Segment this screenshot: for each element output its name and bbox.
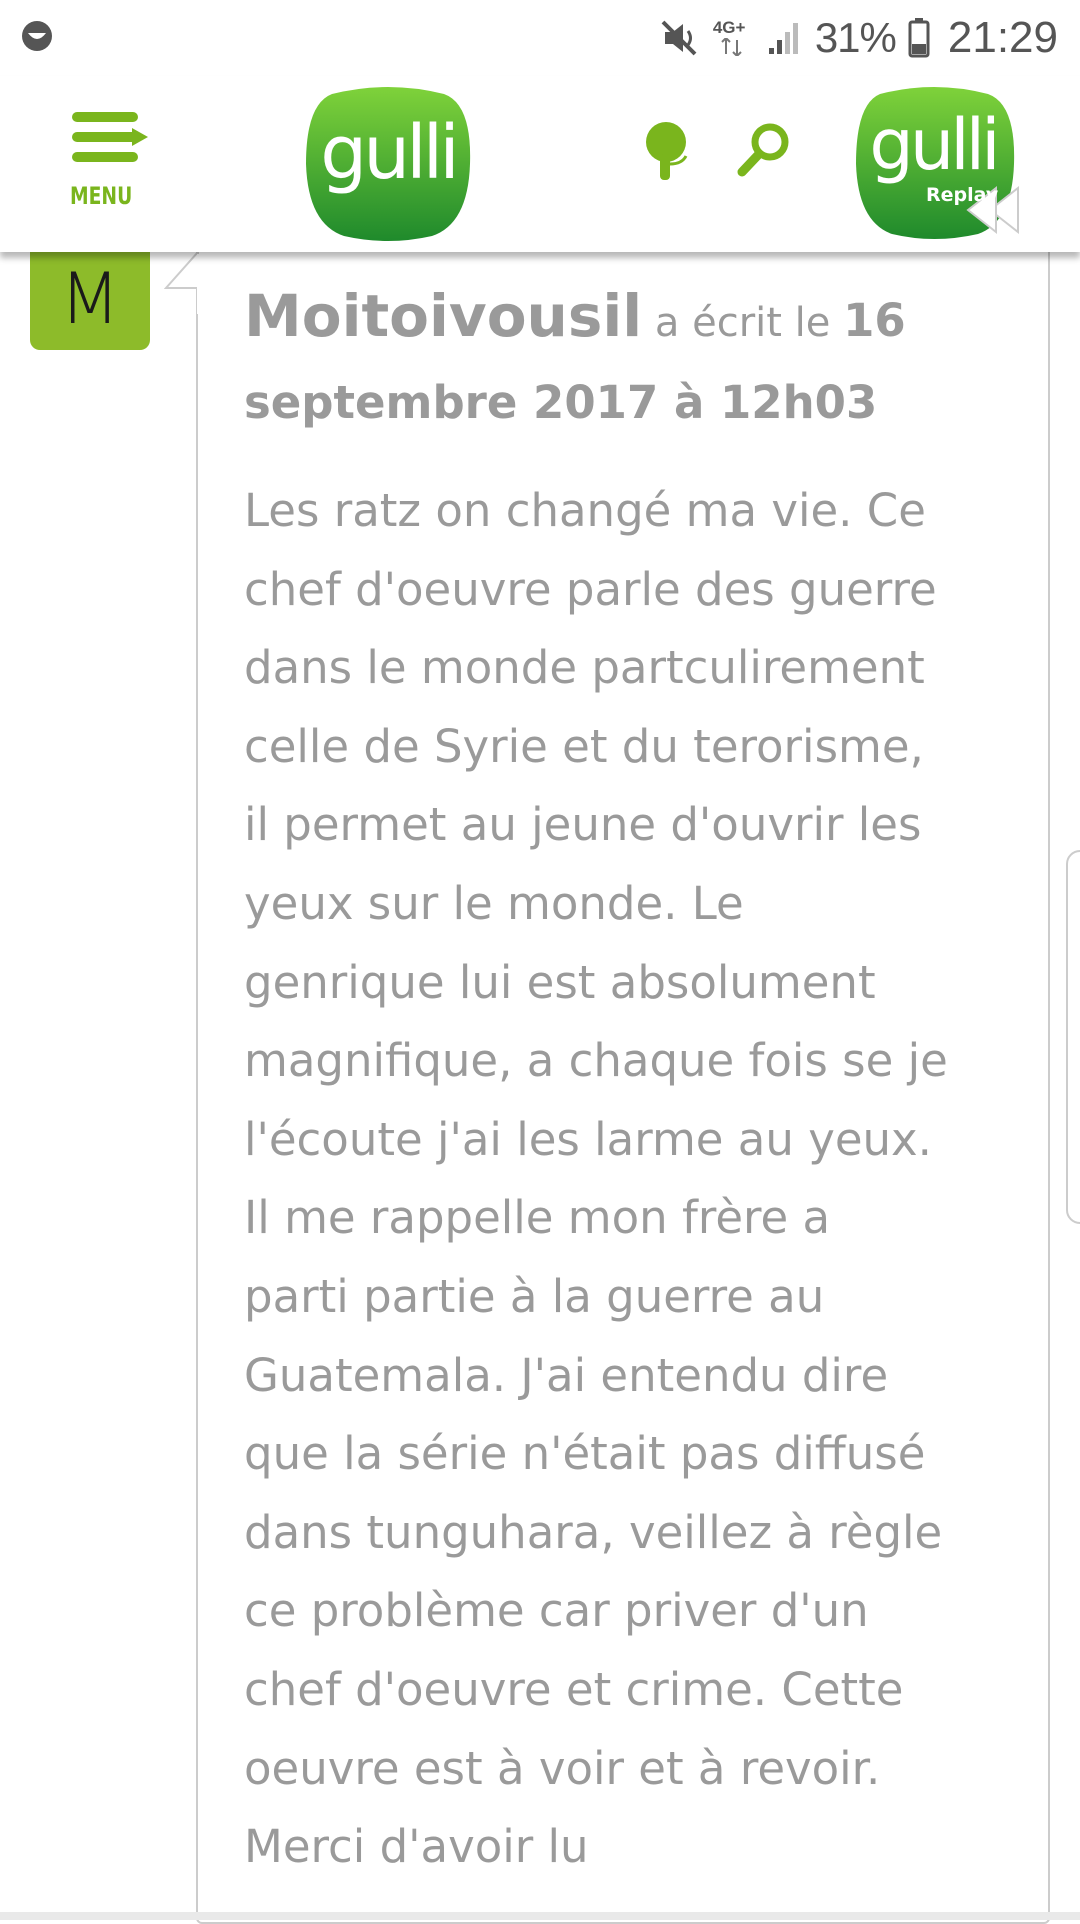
status-bar: 4G+ 31% 21:29 [0,0,1080,76]
comment-header: Moitoivousil a écrit le 16 septembre 201… [244,276,1014,445]
comment-date-day: 16 [843,294,906,347]
comment-wrote-on: a écrit le [654,300,831,346]
comment-line: chef d'oeuvre et crime. Cette [244,1662,904,1716]
comment-line: que la série n'était pas diffusé [244,1427,926,1481]
battery-icon [908,18,930,58]
site-header: MENU gulli gulli Replay [0,76,1080,252]
comment-line: yeux sur le monde. Le [244,876,744,930]
comment-line: chef d'oeuvre parle des guerre [244,562,937,616]
comment-line: Merci d'avoir lu [244,1820,589,1874]
search-icon[interactable] [734,120,794,182]
network-4g-icon: 4G+ [711,18,755,58]
avatar-letter: M [59,258,121,340]
comment-line: dans le monde partculirement [244,641,925,695]
network-label: 4G+ [712,18,746,37]
gulli-logo[interactable]: gulli [302,84,474,242]
notification-icon [22,21,52,51]
comment-line: ce problème car priver d'un [244,1584,869,1638]
gulli-replay-logo[interactable]: gulli Replay [852,84,1022,244]
comment-line: magnifique, a chaque fois se je [244,1034,948,1088]
comment-date-rest: septembre 2017 à 12h03 [244,376,878,429]
clock: 21:29 [947,13,1058,62]
hamburger-icon [72,112,148,162]
replay-logo-text: gulli [869,104,1000,186]
comment-line: celle de Syrie et du terorisme, [244,719,924,773]
edge-panel-handle[interactable] [1066,850,1080,1224]
comment-line: oeuvre est à voir et à revoir. [244,1741,881,1795]
bubble-pointer [164,252,204,314]
replay-label: Replay [926,184,999,206]
avatar: M [30,240,150,350]
menu-button[interactable]: MENU [70,106,160,210]
comment-line: il permet au jeune d'ouvrir les [244,798,922,852]
comment-line: parti partie à la guerre au [244,1269,825,1323]
logo-text: gulli [320,110,460,196]
comment-line: Guatemala. J'ai entendu dire [244,1348,889,1402]
comment-line: Les ratz on changé ma vie. Ce [244,484,926,537]
comment-author[interactable]: Moitoivousil [244,282,642,350]
comment-line: genrique lui est absolument [244,955,876,1009]
mute-icon [661,20,697,56]
comment-line: dans tunguhara, veillez à règle [244,1505,943,1559]
signal-icon [768,23,798,54]
menu-label: MENU [70,182,133,210]
comment-body: Les ratz on changé ma vie. Ce chef d'oeu… [244,472,1024,1887]
bottom-edge [0,1912,1080,1920]
comment-line: l'écoute j'ai les larme au yeux. [244,1112,932,1166]
status-icons: 4G+ 31% 21:29 [659,10,1058,66]
battery-percent: 31% [814,14,897,61]
tree-icon[interactable] [640,120,696,182]
comment-line: Il me rappelle mon frère a [244,1191,831,1245]
